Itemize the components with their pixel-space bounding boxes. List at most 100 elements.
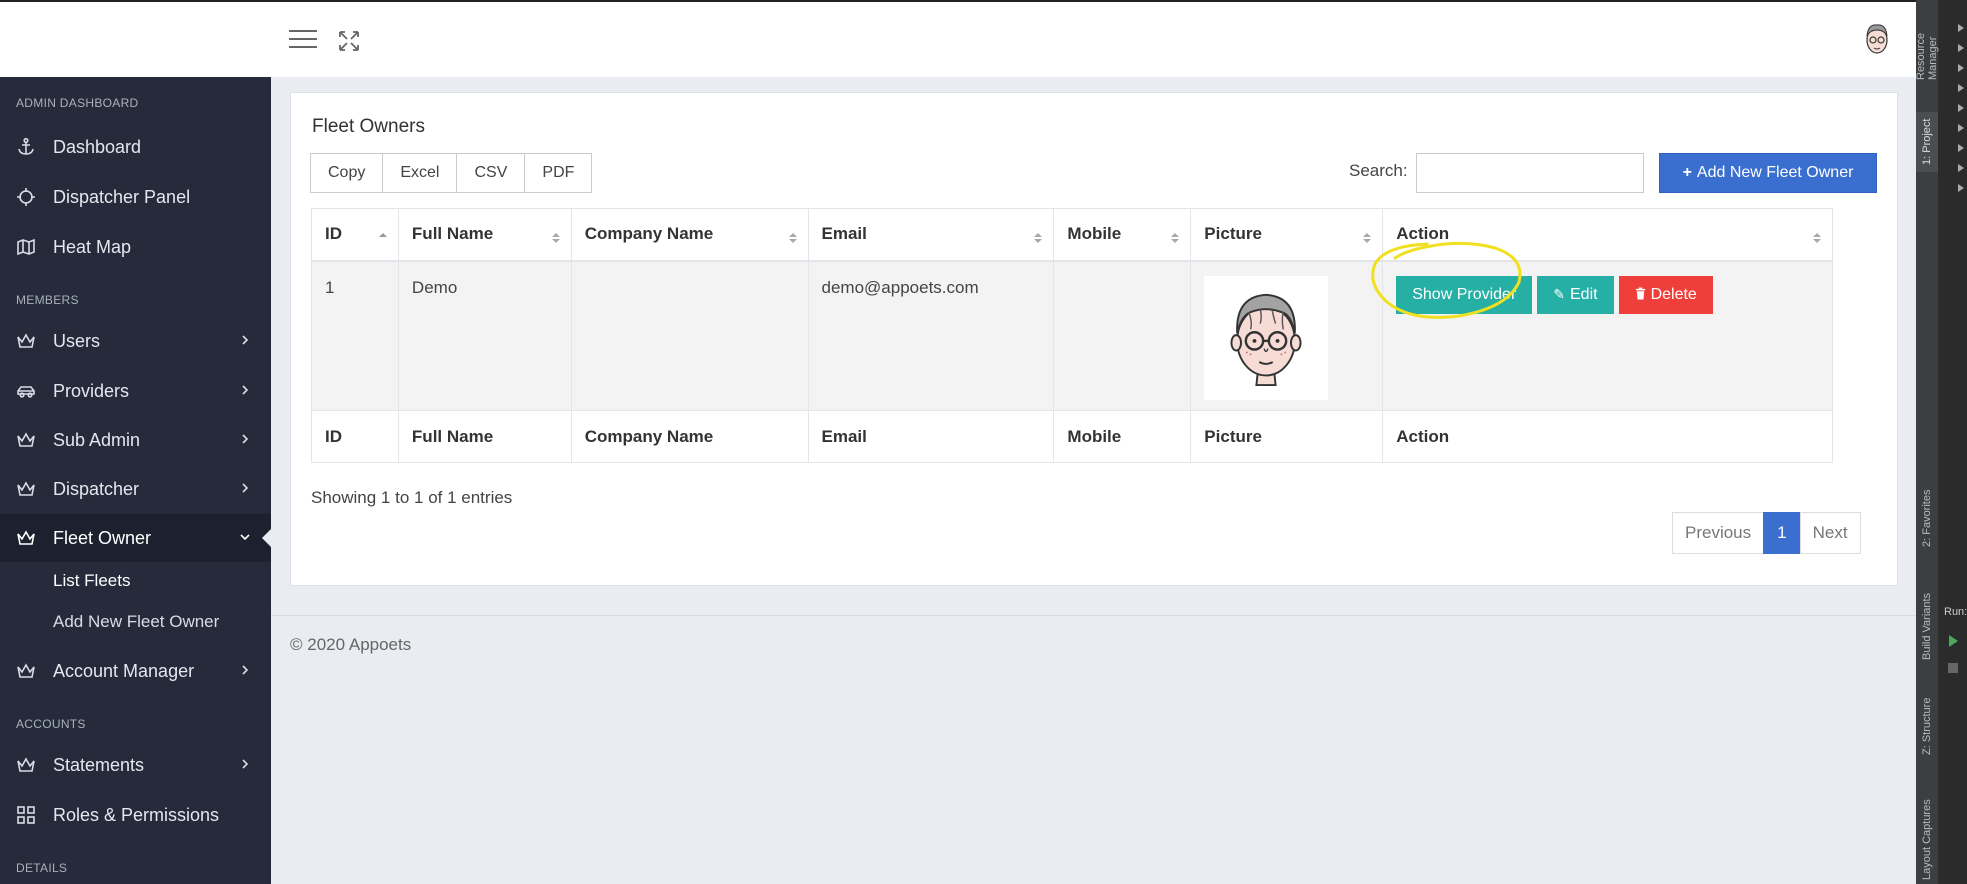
car-icon [15,380,37,402]
column-header-mobile[interactable]: Mobile [1053,208,1192,262]
table-row: 1 Demo demo@appoets.com Show Provider ✎ … [311,260,1833,411]
footer-divider [271,615,1916,616]
add-fleet-owner-button[interactable]: + Add New Fleet Owner [1659,153,1877,193]
section-details: DETAILS [16,861,68,875]
page-title: Fleet Owners [312,116,425,137]
sidebar-item-label: Providers [53,380,130,401]
avatar[interactable] [1862,20,1892,60]
crown-icon [15,660,37,682]
previous-page-button[interactable]: Previous [1672,512,1765,554]
sidebar-item-sub-admin[interactable]: Sub Admin [0,416,271,464]
crown-icon [15,527,37,549]
crown-icon [15,754,37,776]
anchor-icon [15,136,37,158]
sidebar-item-dispatcher-panel[interactable]: Dispatcher Panel [0,173,271,221]
tree-expand-icon[interactable] [1958,104,1964,112]
column-header-action[interactable]: Action [1382,208,1833,262]
page-1-button[interactable]: 1 [1763,512,1801,554]
ide-run-label: Run: [1944,606,1967,618]
chevron-right-icon [242,335,249,345]
tree-expand-icon[interactable] [1958,124,1964,132]
menu-icon[interactable] [289,30,317,50]
tree-expand-icon[interactable] [1958,44,1964,52]
crown-icon [15,330,37,352]
ide-tab-project[interactable]: 1: Project [1916,112,1938,172]
sidebar-item-label: Dashboard [53,136,142,157]
sidebar-item-dashboard[interactable]: Dashboard [0,123,271,171]
footer-cell-full-name: Full Name [397,410,572,463]
tree-expand-icon[interactable] [1958,64,1964,72]
sort-icon [1812,230,1822,244]
sidebar-item-account-manager[interactable]: Account Manager [0,647,271,695]
ide-tab-resource-manager[interactable]: Resource Manager [1915,0,1939,80]
row-actions: Show Provider ✎ Edit Delete [1396,275,1819,314]
add-fleet-owner-label: Add New Fleet Owner [1696,164,1854,181]
next-page-button[interactable]: Next [1799,512,1861,554]
chevron-right-icon [242,434,249,444]
cell-company-name [570,260,809,411]
tree-expand-icon[interactable] [1958,144,1964,152]
sidebar-item-users[interactable]: Users [0,317,271,365]
sidebar-item-providers[interactable]: Providers [0,367,271,415]
crown-icon [15,478,37,500]
copy-button[interactable]: Copy [310,153,384,193]
search-input[interactable] [1416,153,1644,193]
sidebar-item-statements[interactable]: Statements [0,741,271,789]
fullscreen-icon[interactable] [338,30,360,52]
sidebar-subitem-list-fleets[interactable]: List Fleets [53,571,130,591]
section-admin: ADMIN DASHBOARD [16,96,139,110]
pagination: Previous 1 Next [1672,512,1861,554]
show-provider-button[interactable]: Show Provider [1396,275,1533,314]
cell-id: 1 [311,260,399,411]
sidebar-item-heat-map[interactable]: Heat Map [0,223,271,271]
edit-label: Edit [1570,285,1598,303]
column-header-email[interactable]: Email [807,208,1055,262]
chevron-right-icon [242,665,249,675]
delete-button[interactable]: Delete [1618,275,1713,314]
sidebar-item-roles-permissions[interactable]: Roles & Permissions [0,791,271,839]
top-header [0,0,1916,77]
pdf-button[interactable]: PDF [524,153,593,193]
sidebar-subitem-add-fleet-owner[interactable]: Add New Fleet Owner [53,612,219,632]
edit-button[interactable]: ✎ Edit [1537,275,1614,314]
tree-expand-icon[interactable] [1958,84,1964,92]
table-header-row: ID Full Name Company Name Email Mobile P… [311,208,1833,262]
ide-tab-build-variants[interactable]: Build Variants [1916,586,1938,666]
sidebar-item-label: Heat Map [53,236,132,257]
cell-action: Show Provider ✎ Edit Delete [1382,260,1833,411]
column-header-id[interactable]: ID [311,208,399,262]
pencil-icon: ✎ [1553,286,1565,302]
ide-tab-favorites[interactable]: 2: Favorites [1916,488,1938,548]
column-header-full-name[interactable]: Full Name [397,208,572,262]
sidebar-item-label: Sub Admin [53,429,141,450]
cell-mobile [1053,260,1192,411]
run-play-icon[interactable] [1949,635,1958,647]
run-stop-icon[interactable] [1948,663,1958,673]
search-label: Search: [1349,161,1408,180]
excel-button[interactable]: Excel [382,153,458,193]
grid-icon [15,804,37,826]
tree-expand-icon[interactable] [1958,24,1964,32]
tree-expand-icon[interactable] [1958,184,1964,192]
profile-picture [1204,275,1329,400]
csv-button[interactable]: CSV [456,153,526,193]
fleet-owners-card: Fleet Owners Copy Excel CSV PDF Search: … [290,92,1898,586]
chevron-right-icon [242,759,249,769]
crown-icon [15,429,37,451]
sidebar-item-dispatcher[interactable]: Dispatcher [0,465,271,513]
table-info: Showing 1 to 1 of 1 entries [311,488,513,507]
sidebar-item-fleet-owner[interactable]: Fleet Owner [0,514,271,562]
ide-tab-layout-captures[interactable]: Layout Captures [1916,796,1938,884]
sort-icon [551,230,561,244]
tree-expand-icon[interactable] [1958,164,1964,172]
column-header-company-name[interactable]: Company Name [570,208,809,262]
footer-cell-picture: Picture [1190,410,1384,463]
fleet-owners-table: ID Full Name Company Name Email Mobile P… [311,208,1833,463]
column-header-picture[interactable]: Picture [1190,208,1384,262]
sort-icon [1033,230,1043,244]
footer-cell-mobile: Mobile [1053,410,1192,463]
ide-tab-structure[interactable]: Z: Structure [1916,696,1938,756]
sort-asc-icon [378,230,388,244]
footer-cell-action: Action [1382,410,1833,463]
export-button-group: Copy Excel CSV PDF [310,153,593,193]
